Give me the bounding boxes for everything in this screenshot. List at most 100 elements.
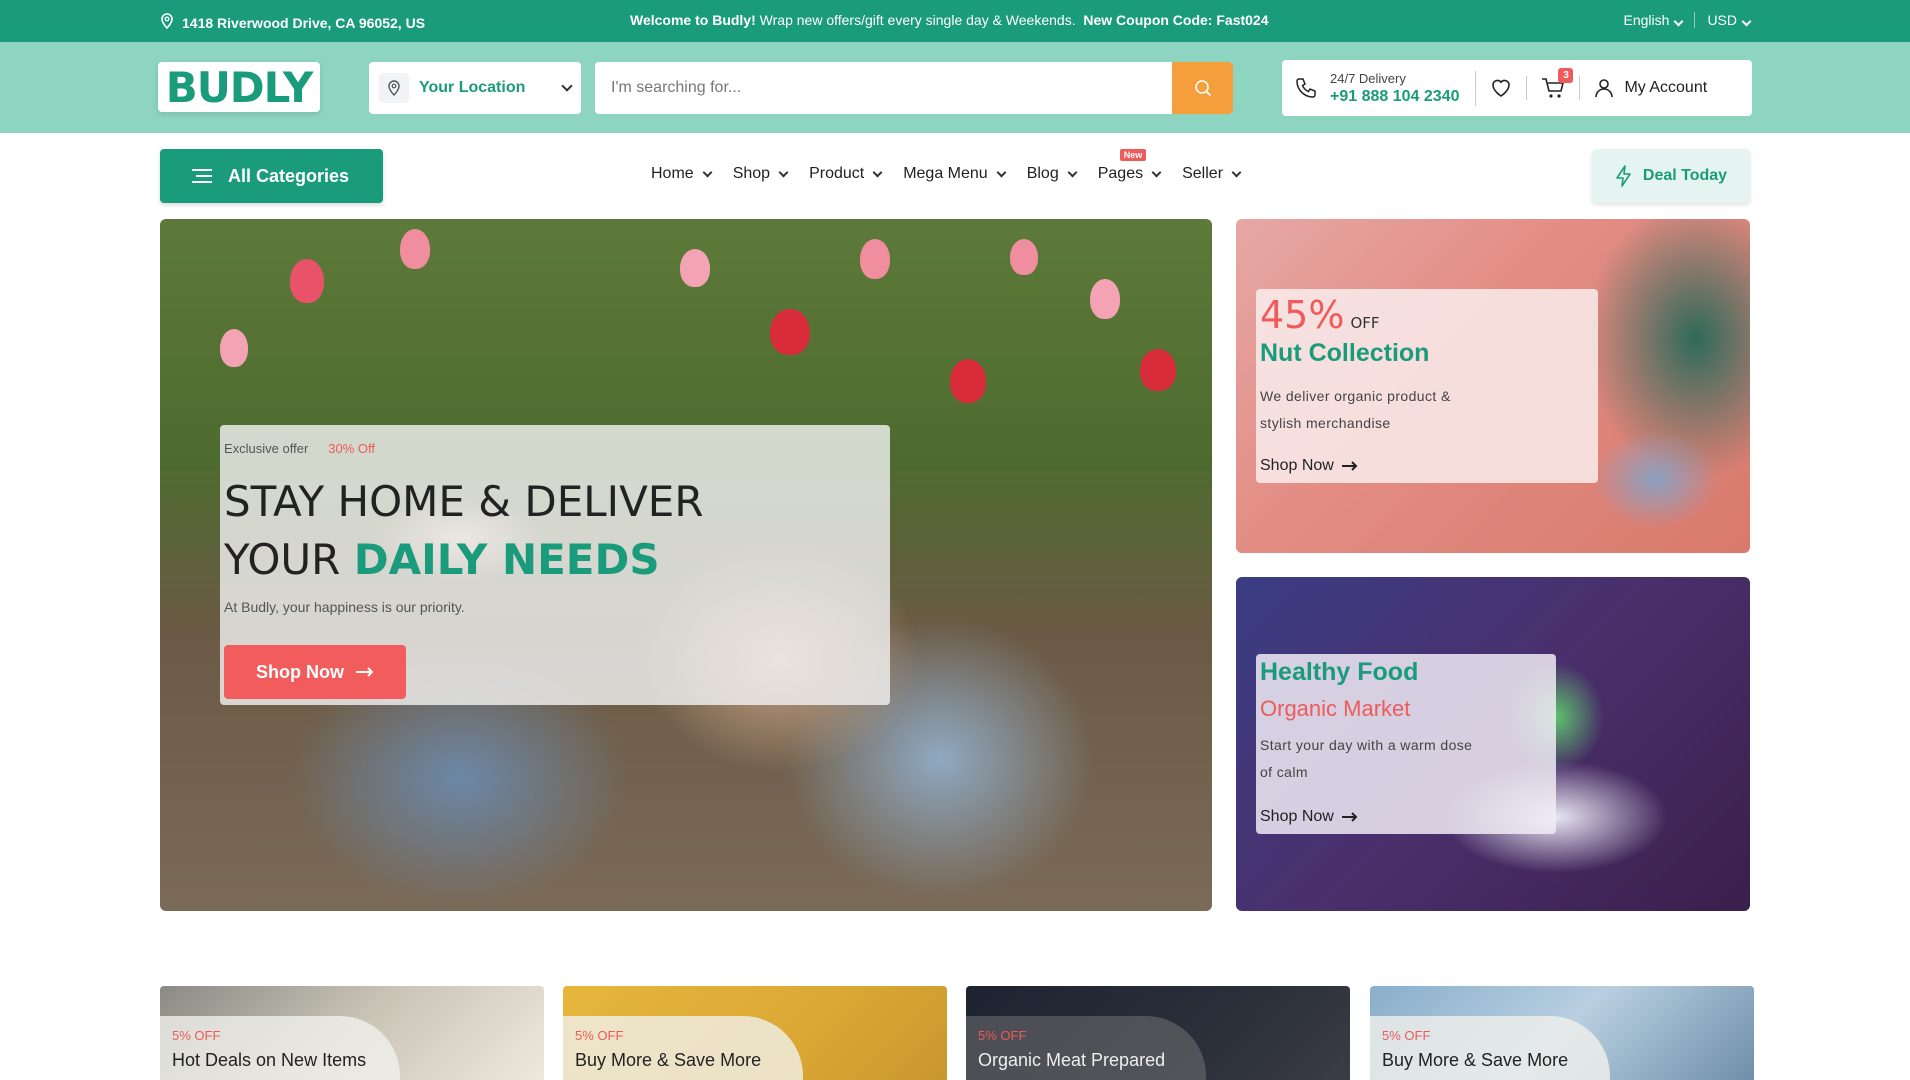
location-select[interactable]: Your Location [369,62,581,114]
header: BUDLY Your Location 24/7 Delivery +91 88… [0,42,1910,133]
hero-discount: 30% Off [328,441,376,456]
new-badge: New [1119,149,1147,161]
chevron-down-icon [1067,167,1078,177]
location-label: Your Location [419,79,526,96]
promo-message: Welcome to Budly! Wrap new offers/gift e… [630,12,1269,28]
my-account-button[interactable]: My Account [1580,78,1707,98]
chevron-down-icon [996,167,1007,177]
currency-label: USD [1707,12,1737,28]
chevron-down-icon [1231,167,1242,177]
promo-card[interactable]: 5% OFF Buy More & Save More [1370,986,1754,1080]
promo-title: Buy More & Save More [575,1050,762,1070]
search-button[interactable] [1172,62,1233,114]
promo-title: Hot Deals on New Items [172,1050,367,1070]
wishlist-button[interactable] [1476,76,1528,100]
delivery-contact[interactable]: 24/7 Delivery +91 888 104 2340 [1294,70,1477,106]
nav-label: Home [651,165,694,182]
hero-shop-now-button[interactable]: Shop Now [224,645,406,699]
user-icon [1595,79,1614,98]
nav-item-pages[interactable]: New Pages [1097,149,1162,183]
chevron-down-icon [561,80,573,92]
all-categories-label: All Categories [228,165,350,186]
nut-collection-banner[interactable]: 45% OFF Nut Collection We deliver organic… [1236,219,1750,553]
lightning-icon [1616,165,1631,187]
banner-description: Start your day with a warm dose of calm [1260,737,1473,780]
promo-text: Wrap new offers/gift every single day & … [759,12,1076,28]
promo-title: Organic Meat Prepared [978,1050,1166,1070]
delivery-phone: +91 888 104 2340 [1330,87,1460,105]
nav-label: Shop [732,165,771,182]
hero-headline-highlight: DAILY NEEDS [353,535,660,584]
arrow-right-icon [356,667,374,677]
heart-icon [1492,79,1511,97]
promo-discount: 5% OFF [1382,1028,1431,1043]
banner-card: 45% OFF Nut Collection We deliver organic… [1256,289,1598,483]
cart-button[interactable]: 3 [1527,68,1581,100]
hero-tag-text: Exclusive offer [224,441,309,456]
header-info: 24/7 Delivery +91 888 104 2340 3 My Acco… [1282,60,1752,116]
address-text: 1418 Riverwood Drive, CA 96052, US [182,14,426,31]
nav-label: Pages [1097,165,1144,182]
nav-item-seller[interactable]: Seller [1182,165,1242,183]
search-bar [595,62,1233,114]
arrow-right-icon [1341,812,1358,822]
nav-label: Mega Menu [903,165,988,182]
deal-today-label: Deal Today [1642,167,1728,184]
hero-tag: Exclusive offer 30% Off [224,441,375,456]
currency-select[interactable]: USD [1707,12,1752,28]
promo-card[interactable]: 5% OFF Organic Meat Prepared [966,986,1350,1080]
banner-card: Healthy Food Organic Market Start your d… [1256,654,1556,834]
arrow-right-icon [1341,461,1358,471]
promo-coupon: New Coupon Code: Fast024 [1083,12,1269,28]
nav-label: Product [809,165,865,182]
banner-shop-now-link[interactable]: Shop Now [1260,457,1358,475]
language-label: English [1623,12,1670,28]
healthy-food-banner[interactable]: Healthy Food Organic Market Start your d… [1236,577,1750,911]
top-bar: 1418 Riverwood Drive, CA 96052, US Welco… [0,0,1910,42]
search-input[interactable] [595,62,1172,114]
promo-title: Buy More & Save More [1382,1050,1569,1070]
link-label: Shop Now [1260,808,1334,825]
cart-count-badge: 3 [1558,68,1574,83]
nav-item-mega-menu[interactable]: Mega Menu [903,165,1007,183]
hero-button-label: Shop Now [256,661,344,682]
language-select[interactable]: English [1623,12,1684,28]
logo-text: BUDLY [165,62,314,112]
phone-icon [1296,78,1316,98]
account-label: My Account [1624,79,1708,96]
address: 1418 Riverwood Drive, CA 96052, US [160,13,425,32]
promo-discount: 5% OFF [172,1028,221,1043]
main-nav: Home Shop Product Mega Menu Blog New Page… [651,149,1242,183]
link-label: Shop Now [1260,457,1334,474]
deal-today-button[interactable]: Deal Today [1592,149,1750,203]
nav-item-shop[interactable]: Shop [732,165,789,183]
banner-description: We deliver organic product & stylish mer… [1260,388,1451,431]
banner-title: Healthy Food [1260,658,1419,686]
divider [1694,12,1696,28]
promo-welcome: Welcome to Budly! [630,12,756,28]
banner-shop-now-link[interactable]: Shop Now [1260,808,1358,826]
map-pin-icon [160,13,174,32]
banner-subtitle: Organic Market [1260,696,1411,721]
percent-value: 45% [1260,293,1345,337]
logo[interactable]: BUDLY [158,62,320,112]
nav-label: Blog [1026,165,1059,182]
nav-item-product[interactable]: Product [809,165,883,183]
promo-discount: 5% OFF [978,1028,1027,1043]
off-label: OFF [1350,314,1380,332]
all-categories-button[interactable]: All Categories [160,149,383,203]
chevron-down-icon [872,167,883,177]
chevron-down-icon [702,167,713,177]
nav-item-home[interactable]: Home [651,165,713,183]
discount-percent: 45% OFF [1260,293,1380,337]
chevron-down-icon [1741,16,1752,27]
promo-discount: 5% OFF [575,1028,624,1043]
chevron-down-icon [1151,167,1162,177]
hero-headline-line1: STAY HOME & DELIVER [224,477,704,526]
hero-headline: STAY HOME & DELIVER YOUR DAILY NEEDS [224,473,704,589]
hero-headline-line2: YOUR [224,535,354,584]
promo-card[interactable]: 5% OFF Buy More & Save More [563,986,947,1080]
promo-card[interactable]: 5% OFF Hot Deals on New Items [160,986,544,1080]
nav-item-blog[interactable]: Blog [1026,165,1078,183]
hero-content: Exclusive offer 30% Off STAY HOME & DELIV… [220,425,890,705]
